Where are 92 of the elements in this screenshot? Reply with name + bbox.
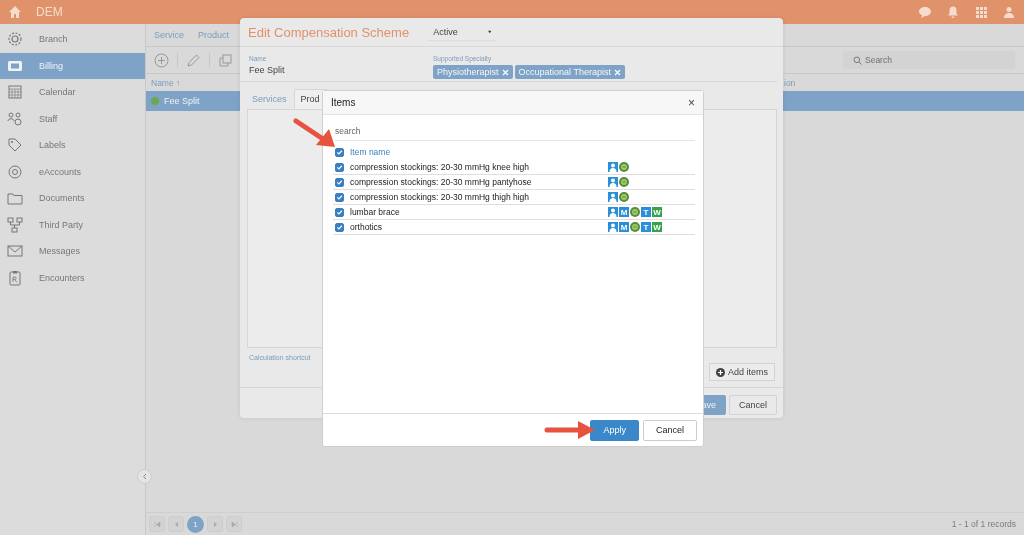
letter-badge: M — [619, 222, 629, 232]
person-icon — [608, 177, 618, 187]
search-field[interactable]: search — [335, 124, 695, 141]
round-badge-icon — [619, 177, 629, 187]
letter-badge: T — [641, 207, 651, 217]
apply-button[interactable]: Apply — [590, 419, 639, 441]
column-header[interactable]: ion — [784, 77, 796, 88]
sidebar-item-icon — [7, 31, 23, 48]
skip-forward-icon — [230, 520, 238, 528]
round-badge-icon — [619, 192, 629, 202]
sidebar-item[interactable]: Billing — [0, 52, 145, 79]
sidebar-item[interactable]: Branch — [0, 26, 145, 53]
record-count: 1 - 1 of 1 records — [951, 519, 1016, 529]
sidebar-item[interactable]: Staff — [0, 105, 145, 132]
item-name: orthotics — [350, 222, 384, 232]
round-badge-icon — [630, 207, 640, 217]
person-icon — [608, 207, 618, 217]
dialog-title: Items — [331, 97, 356, 108]
sidebar-item[interactable]: eAccounts — [0, 158, 145, 185]
sidebar-item[interactable]: Calendar — [0, 79, 145, 106]
home-icon[interactable] — [8, 5, 22, 19]
chevron-left-icon — [142, 473, 147, 480]
letter-badge: T — [641, 222, 651, 232]
item-name: compression stockings: 20-30 mmHg pantyhose — [350, 177, 533, 187]
panel-tab[interactable]: Product — [198, 30, 230, 40]
person-icon — [608, 192, 618, 202]
cancel-button[interactable]: Cancel — [643, 419, 697, 441]
letter-badge: M — [619, 207, 629, 217]
person-icon — [608, 222, 618, 232]
sidebar-item-icon — [7, 243, 23, 260]
specialty-tag[interactable]: Occupational Therapist — [514, 65, 625, 79]
item-checkbox[interactable] — [335, 162, 344, 172]
pencil-icon[interactable] — [186, 52, 201, 68]
last-page-button[interactable] — [226, 516, 242, 532]
remove-icon[interactable] — [613, 68, 621, 76]
arrow-annotation — [293, 117, 337, 149]
item-name: compression stockings: 20-30 mmHg knee high — [350, 162, 531, 172]
person-icon — [608, 162, 618, 172]
round-badge-icon — [619, 162, 629, 172]
add-icon[interactable] — [154, 52, 169, 68]
sidebar-item-icon — [7, 269, 23, 286]
item-checkbox[interactable] — [335, 177, 344, 187]
item-name: lumbar brace — [350, 207, 401, 217]
sidebar-item[interactable]: Third Party — [0, 211, 145, 238]
sidebar-item-icon — [7, 216, 23, 233]
status-dropdown[interactable]: Active — [427, 23, 498, 41]
remove-icon[interactable] — [501, 68, 509, 76]
bell-icon[interactable] — [946, 5, 960, 19]
cancel-button[interactable]: Cancel — [729, 395, 777, 415]
page-button[interactable]: 1 — [187, 515, 204, 533]
plus-icon — [715, 367, 725, 377]
item-name: compression stockings: 20-30 mmHg thigh high — [350, 192, 531, 202]
previous-page-button[interactable] — [168, 516, 184, 532]
letter-badge: W — [652, 222, 662, 232]
sidebar-item[interactable]: Documents — [0, 185, 145, 212]
sidebar-item[interactable]: Labels — [0, 132, 145, 159]
specialty-tag[interactable]: Physiotherapist — [433, 65, 513, 79]
caret-icon — [487, 29, 492, 34]
sidebar-item-icon — [7, 190, 23, 207]
letter-badge: W — [652, 207, 662, 217]
item-checkbox[interactable] — [335, 222, 344, 232]
triangle-right-icon — [211, 520, 219, 528]
chat-icon[interactable] — [918, 5, 932, 19]
panel-tab[interactable]: Service — [154, 30, 184, 40]
column-header[interactable]: Item name — [350, 147, 391, 157]
item-checkbox[interactable] — [335, 192, 344, 202]
item-checkbox[interactable] — [335, 207, 344, 217]
select-all-checkbox[interactable] — [335, 147, 344, 157]
next-page-button[interactable] — [207, 516, 223, 532]
sidebar-item-icon — [7, 137, 23, 154]
sidebar-item-icon — [7, 84, 23, 101]
close-button[interactable]: × — [686, 95, 697, 110]
arrow-annotation — [544, 420, 596, 440]
copy-icon[interactable] — [218, 52, 233, 68]
sidebar-item[interactable]: Messages — [0, 238, 145, 265]
sidebar-item-icon — [7, 110, 23, 127]
round-badge-icon — [630, 222, 640, 232]
grid-icon[interactable] — [974, 5, 988, 19]
row-name: Fee Split — [164, 96, 200, 106]
user-icon[interactable] — [1002, 5, 1016, 19]
sidebar-item[interactable]: Encounters — [0, 264, 145, 291]
dialog-tab[interactable]: Services — [245, 89, 294, 109]
triangle-left-icon — [172, 520, 180, 528]
first-page-button[interactable] — [149, 516, 165, 532]
skip-back-icon — [153, 520, 161, 528]
add-items-button[interactable]: Add items — [708, 363, 775, 381]
sidebar-item-icon — [7, 163, 23, 180]
search-field[interactable]: Search — [843, 51, 1015, 69]
name-field[interactable]: Fee Split — [249, 65, 433, 75]
search-icon — [853, 55, 862, 65]
app-title: DEM — [36, 5, 63, 19]
dialog-title: Edit Compensation Scheme — [248, 24, 410, 40]
